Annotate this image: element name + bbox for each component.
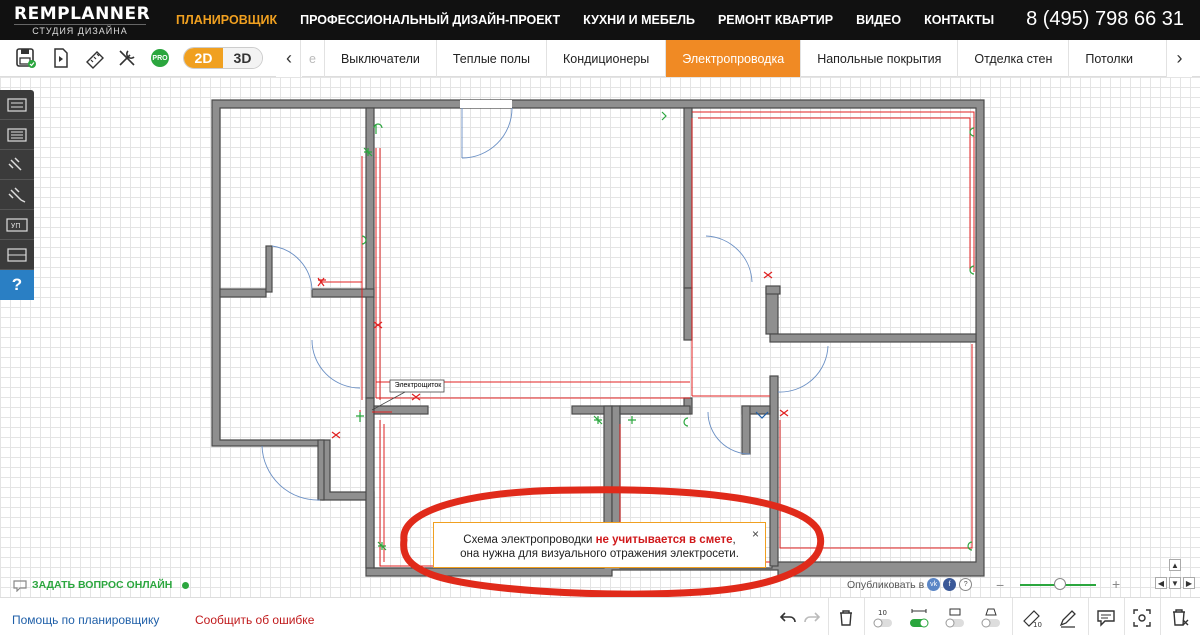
pan-down-icon[interactable]: ▼ bbox=[1169, 577, 1181, 589]
floor-plan bbox=[211, 99, 985, 577]
measure-10-icon[interactable]: 10 bbox=[1020, 606, 1044, 630]
help-button[interactable]: ? bbox=[0, 270, 34, 300]
main-nav: ПЛАНИРОВЩИК ПРОФЕССИОНАЛЬНЫЙ ДИЗАЙН-ПРОЕ… bbox=[176, 0, 1017, 40]
nav-item-planner[interactable]: ПЛАНИРОВЩИК bbox=[176, 13, 277, 27]
vk-share-icon[interactable]: vk bbox=[927, 578, 941, 591]
tab-heated-floors[interactable]: Теплые полы bbox=[435, 40, 546, 77]
pro-badge-label: PRO bbox=[151, 49, 169, 67]
svg-text:10: 10 bbox=[878, 609, 887, 617]
screenshot-icon[interactable] bbox=[1130, 606, 1154, 630]
clear-plan-icon[interactable] bbox=[1168, 606, 1192, 630]
save-icon[interactable] bbox=[14, 47, 38, 69]
plan-canvas[interactable]: Электрощиток bbox=[0, 77, 1200, 597]
top-navbar: REMPLANNER СТУДИЯ ДИЗАЙНА ПЛАНИРОВЩИК ПР… bbox=[0, 0, 1200, 40]
logo-tagline: СТУДИЯ ДИЗАЙНА bbox=[14, 24, 146, 36]
zoom-out-icon[interactable]: − bbox=[996, 577, 1004, 593]
tabs-scroll-left-icon[interactable]: ‹ bbox=[276, 40, 302, 77]
view-3d-button[interactable]: 3D bbox=[223, 48, 262, 68]
tab-electrical-wiring[interactable]: Электропроводка bbox=[665, 40, 801, 77]
notice-text-before: Схема электропроводки bbox=[463, 534, 596, 546]
notice-text-highlight: не учитывается в смете bbox=[595, 534, 733, 546]
measure-icon[interactable] bbox=[83, 47, 107, 69]
delete-icon[interactable] bbox=[834, 606, 858, 630]
box-icon[interactable] bbox=[0, 240, 34, 270]
toggle-furniture-icon[interactable] bbox=[944, 606, 968, 630]
pan-arrows: ▲ ◀ ▼ ▶ bbox=[1155, 559, 1195, 595]
tab-partial: е bbox=[300, 40, 324, 77]
nav-item-video[interactable]: ВИДЕО bbox=[856, 13, 901, 27]
nav-item-contacts[interactable]: КОНТАКТЫ bbox=[924, 13, 994, 27]
chat-icon bbox=[13, 580, 27, 592]
tab-switches[interactable]: Выключатели bbox=[323, 40, 436, 77]
socket-tool-icon[interactable] bbox=[0, 90, 34, 120]
footer: Помощь по планировщику Сообщить об ошибк… bbox=[0, 597, 1200, 635]
phone-number[interactable]: 8 (495) 798 66 31 bbox=[1026, 8, 1184, 31]
tools-icon[interactable] bbox=[115, 47, 139, 69]
ask-online-label: ЗАДАТЬ ВОПРОС ОНЛАЙН bbox=[32, 579, 173, 591]
comment-icon[interactable] bbox=[1094, 606, 1118, 630]
sockets bbox=[356, 111, 975, 551]
left-toolbar: УП ? bbox=[0, 90, 34, 300]
zoom-in-icon[interactable]: + bbox=[1112, 576, 1120, 592]
logo[interactable]: REMPLANNER СТУДИЯ ДИЗАЙНА bbox=[14, 4, 151, 36]
nav-item-kitchens[interactable]: КУХНИ И МЕБЕЛЬ bbox=[583, 13, 695, 27]
logo-name: REMPLANNER bbox=[14, 4, 151, 24]
toggle-lights-icon[interactable] bbox=[980, 606, 1004, 630]
report-error-link[interactable]: Сообщить об ошибке bbox=[195, 613, 314, 627]
category-tabs: е Выключатели Теплые полы Кондиционеры Э… bbox=[300, 40, 1149, 77]
socket-double-icon[interactable] bbox=[0, 120, 34, 150]
pan-left-icon[interactable]: ◀ bbox=[1155, 577, 1167, 589]
tab-wall-finish[interactable]: Отделка стен bbox=[957, 40, 1068, 77]
pencil-icon[interactable] bbox=[1056, 606, 1080, 630]
publish-bar: Опубликовать в vk f ? bbox=[847, 578, 973, 591]
plug-double-icon[interactable] bbox=[0, 180, 34, 210]
svg-text:10: 10 bbox=[1033, 621, 1042, 629]
labeled-box-icon[interactable]: УП bbox=[0, 210, 34, 240]
import-icon[interactable] bbox=[49, 47, 73, 69]
pan-up-icon[interactable]: ▲ bbox=[1169, 559, 1181, 571]
nav-item-design-project[interactable]: ПРОФЕССИОНАЛЬНЫЙ ДИЗАЙН-ПРОЕКТ bbox=[300, 13, 560, 27]
publish-help-icon[interactable]: ? bbox=[959, 578, 973, 591]
toggle-dimensions-icon[interactable] bbox=[908, 606, 932, 630]
plug-icon[interactable] bbox=[0, 150, 34, 180]
toggle-grid-icon[interactable]: 10 bbox=[872, 606, 896, 630]
pan-right-icon[interactable]: ▶ bbox=[1183, 577, 1195, 589]
notice-close-icon[interactable]: × bbox=[752, 527, 759, 541]
ask-online-button[interactable]: ЗАДАТЬ ВОПРОС ОНЛАЙН bbox=[12, 578, 190, 592]
online-status-dot bbox=[182, 581, 190, 589]
redo-icon[interactable] bbox=[800, 606, 824, 630]
publish-label: Опубликовать в bbox=[847, 578, 925, 591]
tab-air-conditioners[interactable]: Кондиционеры bbox=[545, 40, 665, 77]
view-2d-button[interactable]: 2D bbox=[184, 48, 223, 68]
zoom-handle[interactable] bbox=[1054, 578, 1066, 590]
pro-icon[interactable]: PRO bbox=[148, 47, 172, 69]
facebook-share-icon[interactable]: f bbox=[943, 578, 957, 591]
tab-ceilings[interactable]: Потолки bbox=[1068, 40, 1149, 77]
wiring-notice: Схема электропроводки не учитывается в с… bbox=[433, 522, 766, 568]
nav-item-renovation[interactable]: РЕМОНТ КВАРТИР bbox=[718, 13, 833, 27]
svg-text:УП: УП bbox=[11, 222, 21, 230]
electrical-panel-label: Электрощиток bbox=[394, 382, 442, 389]
help-link[interactable]: Помощь по планировщику bbox=[12, 613, 159, 627]
zoom-slider[interactable]: − + bbox=[996, 576, 1126, 593]
tab-floor-coverings[interactable]: Напольные покрытия bbox=[800, 40, 957, 77]
walls bbox=[211, 99, 985, 577]
view-mode-toggle: 2D 3D bbox=[183, 47, 263, 69]
tabs-scroll-right-icon[interactable]: › bbox=[1166, 40, 1192, 77]
undo-icon[interactable] bbox=[776, 606, 800, 630]
